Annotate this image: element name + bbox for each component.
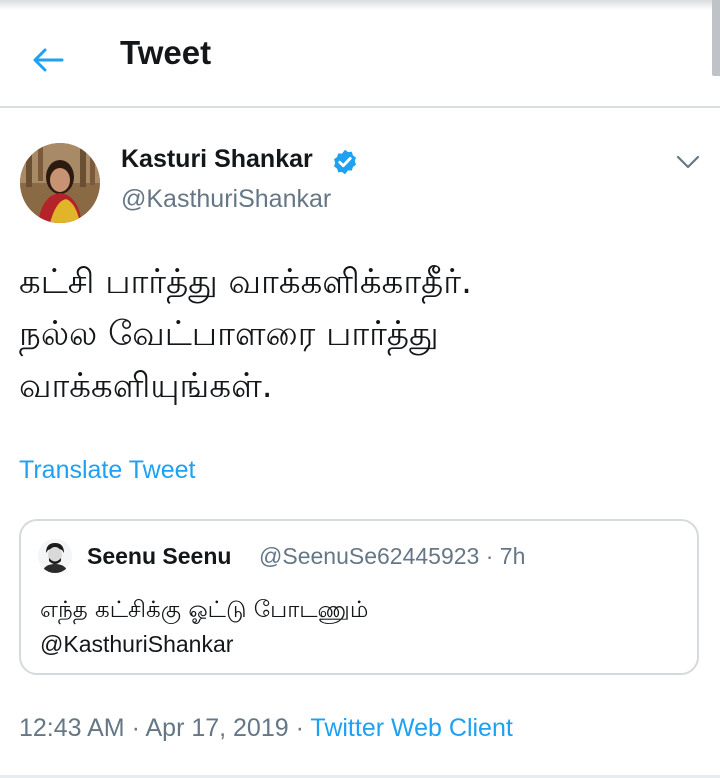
arrow-left-icon xyxy=(33,48,64,72)
status-bar-shadow xyxy=(0,0,720,10)
quoted-tweet-text: எந்த கட்சிக்கு ஓட்டு போடணும் @KasthuriSh… xyxy=(40,593,680,661)
quoted-author-handle: @SeenuSe62445923 xyxy=(259,543,480,569)
back-button[interactable] xyxy=(26,38,70,82)
author-name[interactable]: Kasturi Shankar xyxy=(121,145,313,174)
chevron-down-icon[interactable] xyxy=(674,148,702,176)
translate-tweet-link[interactable]: Translate Tweet xyxy=(19,456,195,485)
verified-badge-icon xyxy=(334,149,356,175)
author-avatar[interactable] xyxy=(20,143,100,223)
meta-separator: · xyxy=(479,543,500,569)
quoted-meta: @SeenuSe62445923 · 7h xyxy=(259,543,525,570)
quoted-avatar xyxy=(38,539,72,573)
quoted-author-name: Seenu Seenu xyxy=(87,543,232,569)
quoted-timestamp: 7h xyxy=(499,543,526,569)
avatar-photo xyxy=(20,143,100,223)
author-handle[interactable]: @KasthuriShankar xyxy=(121,185,331,214)
app-header: Tweet xyxy=(0,10,720,108)
quoted-mention: @KasthuriShankar xyxy=(40,631,234,657)
tweet-time: 12:43 AM xyxy=(19,714,125,742)
tweet-source-link[interactable]: Twitter Web Client xyxy=(310,714,512,742)
meta-separator: · xyxy=(124,714,146,742)
quoted-tweet-card[interactable]: Seenu Seenu @SeenuSe62445923 · 7h எந்த க… xyxy=(19,519,699,675)
tweet-text: கட்சி பார்த்து வாக்களிக்காதீர். நல்ல வேட… xyxy=(19,262,472,406)
meta-separator: · xyxy=(288,714,311,742)
page-title: Tweet xyxy=(120,34,212,71)
tweet-meta-footer: 12:43 AM · Apr 17, 2019 · Twitter Web Cl… xyxy=(19,714,513,743)
quoted-text-line: எந்த கட்சிக்கு ஓட்டு போடணும் xyxy=(40,597,369,623)
quoted-avatar-image xyxy=(38,539,72,573)
tweet-date: Apr 17, 2019 xyxy=(145,714,289,742)
